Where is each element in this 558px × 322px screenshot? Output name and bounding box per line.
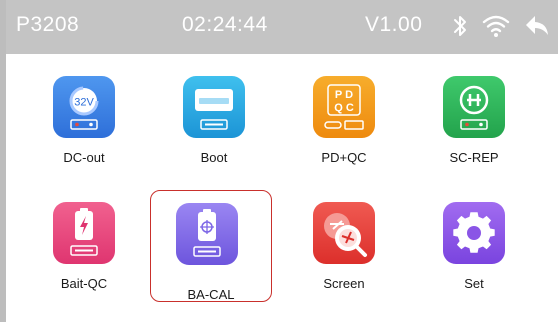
clock: 02:24:44	[182, 13, 268, 36]
app-label: PD+QC	[321, 150, 367, 165]
app-pd-qc[interactable]: P D Q C PD+QC	[286, 64, 406, 174]
app-label: DC-out	[63, 150, 105, 165]
app-label: Boot	[200, 150, 228, 165]
app-set[interactable]: Set	[416, 190, 536, 300]
status-bar: P3208 02:24:44 V1.00	[6, 0, 558, 54]
app-sc-rep[interactable]: SC-REP	[416, 64, 536, 174]
dc-out-icon: 32V	[53, 76, 115, 138]
wifi-icon	[482, 15, 510, 37]
svg-text:Q C: Q C	[334, 102, 354, 114]
app-label: Screen	[323, 276, 365, 291]
screen-icon	[313, 202, 375, 264]
pd-qc-icon: P D Q C	[313, 76, 375, 138]
app-ba-cal[interactable]: BA-CAL	[150, 190, 272, 302]
ba-cal-icon	[176, 203, 238, 265]
app-label: SC-REP	[449, 150, 499, 165]
back-icon[interactable]	[524, 13, 550, 39]
device-model: P3208	[16, 13, 80, 36]
app-label: Set	[464, 276, 484, 291]
settings-icon	[443, 202, 505, 264]
app-bait-qc[interactable]: Bait-QC	[26, 190, 146, 300]
sc-rep-icon	[443, 76, 505, 138]
app-boot[interactable]: Boot	[156, 64, 276, 174]
bait-qc-icon	[53, 202, 115, 264]
app-label: Bait-QC	[60, 276, 108, 291]
boot-icon	[183, 76, 245, 138]
app-dc-out[interactable]: 32V DC-out	[26, 64, 146, 174]
device-screen: P3208 02:24:44 V1.00 32V DC-out Boot P D…	[0, 0, 558, 322]
svg-text:P D: P D	[335, 89, 353, 101]
svg-text:32V: 32V	[74, 97, 94, 109]
app-screen[interactable]: Screen	[286, 190, 406, 300]
firmware-version: V1.00	[365, 13, 423, 36]
app-label: BA-CAL	[187, 287, 235, 302]
bluetooth-icon	[454, 16, 466, 36]
